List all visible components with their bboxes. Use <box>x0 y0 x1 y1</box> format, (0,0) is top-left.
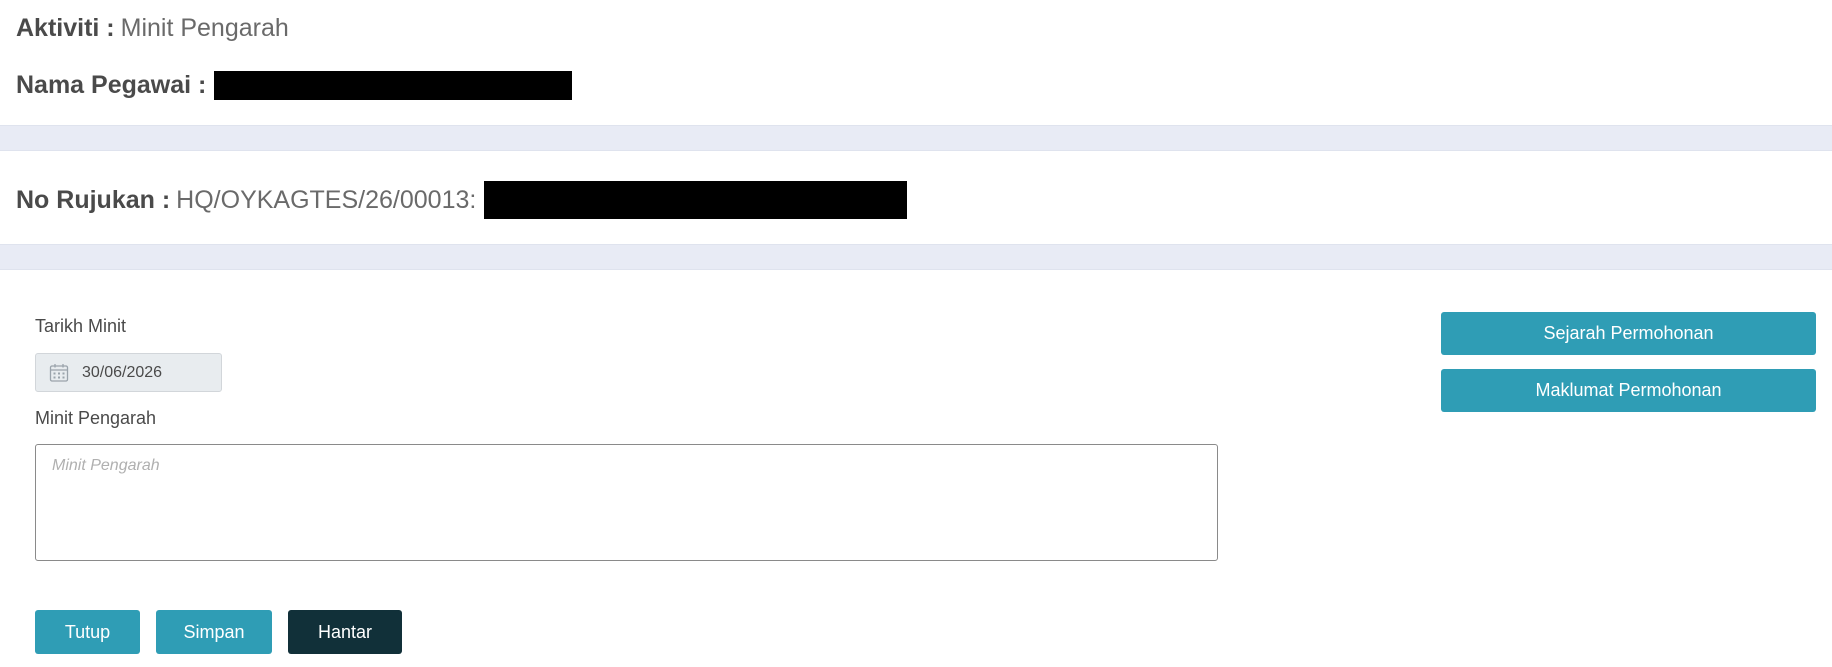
date-field[interactable]: 30/06/2026 <box>35 353 222 392</box>
separator-band <box>0 126 1832 151</box>
separator-band <box>0 245 1832 270</box>
employee-row: Nama Pegawai : <box>16 71 573 100</box>
reference-section: No Rujukan : HQ/OYKAGTES/26/00013: <box>0 151 1832 245</box>
minute-textarea[interactable] <box>35 444 1218 561</box>
application-history-button[interactable]: Sejarah Permohonan <box>1441 312 1816 355</box>
reference-title-redacted <box>484 181 908 219</box>
save-button[interactable]: Simpan <box>156 610 272 654</box>
minute-form: Tarikh Minit 30/06/2026 Minit Pengarah S… <box>0 270 1832 667</box>
application-info-button[interactable]: Maklumat Permohonan <box>1441 369 1816 412</box>
send-button[interactable]: Hantar <box>288 610 402 654</box>
reference-value: HQ/OYKAGTES/26/00013: <box>176 185 477 214</box>
reference-row: No Rujukan : HQ/OYKAGTES/26/00013: <box>16 181 908 219</box>
date-label: Tarikh Minit <box>35 316 127 336</box>
minute-label: Minit Pengarah <box>35 408 157 428</box>
activity-label: Aktiviti : <box>16 14 115 42</box>
reference-label: No Rujukan : <box>16 185 171 214</box>
date-value: 30/06/2026 <box>82 363 163 381</box>
calendar-icon <box>49 363 69 382</box>
activity-value: Minit Pengarah <box>120 14 289 42</box>
activity-row: Aktiviti : Minit Pengarah <box>16 14 289 43</box>
close-button[interactable]: Tutup <box>35 610 140 654</box>
employee-name-redacted <box>214 71 573 100</box>
page-header: Aktiviti : Minit Pengarah Nama Pegawai : <box>0 0 1832 126</box>
employee-label: Nama Pegawai : <box>16 71 207 99</box>
